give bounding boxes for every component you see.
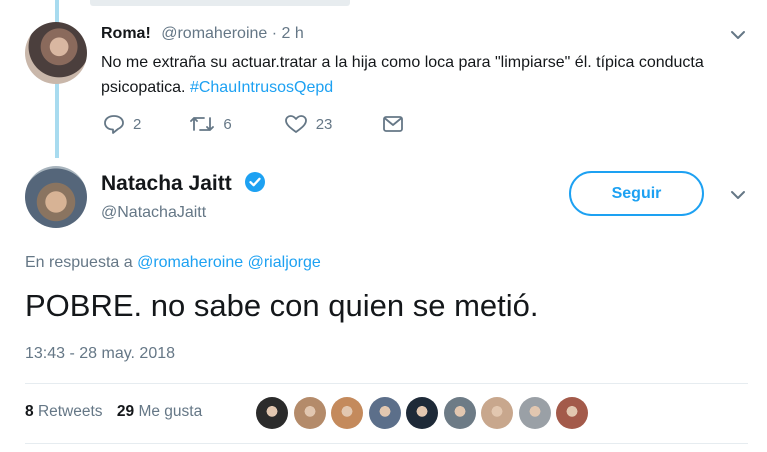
liker-avatar[interactable]	[443, 397, 476, 429]
liker-avatar[interactable]	[556, 397, 588, 429]
liker-avatar[interactable]	[368, 397, 401, 429]
retweet-button[interactable]: 6	[189, 114, 232, 134]
avatar[interactable]	[25, 22, 87, 84]
likes-label: Me gusta	[138, 403, 203, 420]
tweet-text: POBRE. no sabe con quien se metió.	[25, 288, 539, 323]
reply-button[interactable]: 2	[103, 114, 141, 134]
divider	[25, 383, 748, 384]
mention-link[interactable]: @romaheroine	[137, 254, 243, 271]
reply-count: 2	[133, 115, 142, 133]
author-handle[interactable]: @NatachaJaitt	[101, 204, 206, 222]
reply-text: No me extraña su actuar.tratar a la hija…	[101, 50, 711, 100]
in-reply-label: En respuesta a	[25, 254, 133, 271]
like-button[interactable]: 23	[284, 114, 333, 134]
direct-message-button[interactable]	[382, 115, 404, 133]
retweet-total: 8	[25, 403, 34, 420]
liker-avatar[interactable]	[293, 397, 326, 429]
in-reply-to: En respuesta a @romaheroine @rialjorge	[25, 254, 321, 272]
chevron-down-icon[interactable]	[729, 26, 747, 44]
heart-icon	[284, 115, 307, 133]
retweets-label: Retweets	[37, 403, 103, 420]
follow-button[interactable]: Seguir	[569, 171, 704, 216]
retweets-stat[interactable]: 8 Retweets	[25, 403, 103, 420]
hashtag-link[interactable]: #ChauIntrusosQepd	[190, 79, 333, 96]
liker-avatar[interactable]	[256, 397, 288, 429]
divider	[25, 443, 748, 444]
liker-avatar[interactable]	[331, 397, 363, 429]
tweet-author[interactable]: Natacha Jaitt	[101, 171, 266, 196]
like-count: 23	[315, 115, 333, 133]
like-total: 29	[116, 403, 135, 420]
reply-actions: 2 6 23	[103, 114, 404, 134]
reply-handle-time[interactable]: @romaheroine · 2 h	[161, 25, 304, 42]
comment-icon	[104, 115, 124, 134]
author-display-name[interactable]: Natacha Jaitt	[101, 172, 232, 195]
liker-avatar[interactable]	[518, 397, 551, 429]
verified-badge-icon	[244, 172, 265, 192]
retweet-count: 6	[223, 115, 232, 133]
mention-link[interactable]: @rialjorge	[248, 254, 321, 271]
likes-stat[interactable]: 29 Me gusta	[117, 403, 202, 420]
chevron-down-icon[interactable]	[729, 186, 747, 204]
reply-header: Roma! @romaheroine · 2 h	[101, 25, 304, 43]
envelope-icon	[383, 116, 404, 132]
liker-avatar[interactable]	[481, 397, 513, 429]
reply-display-name[interactable]: Roma!	[101, 25, 151, 42]
liker-avatars	[256, 397, 594, 429]
avatar[interactable]	[25, 166, 87, 228]
tweet-stats: 8 Retweets 29 Me gusta	[25, 403, 202, 421]
previous-tweet-edge	[90, 0, 350, 6]
tweet-timestamp[interactable]: 13:43 - 28 may. 2018	[25, 345, 175, 363]
liker-avatar[interactable]	[406, 397, 438, 429]
retweet-icon	[190, 117, 215, 131]
